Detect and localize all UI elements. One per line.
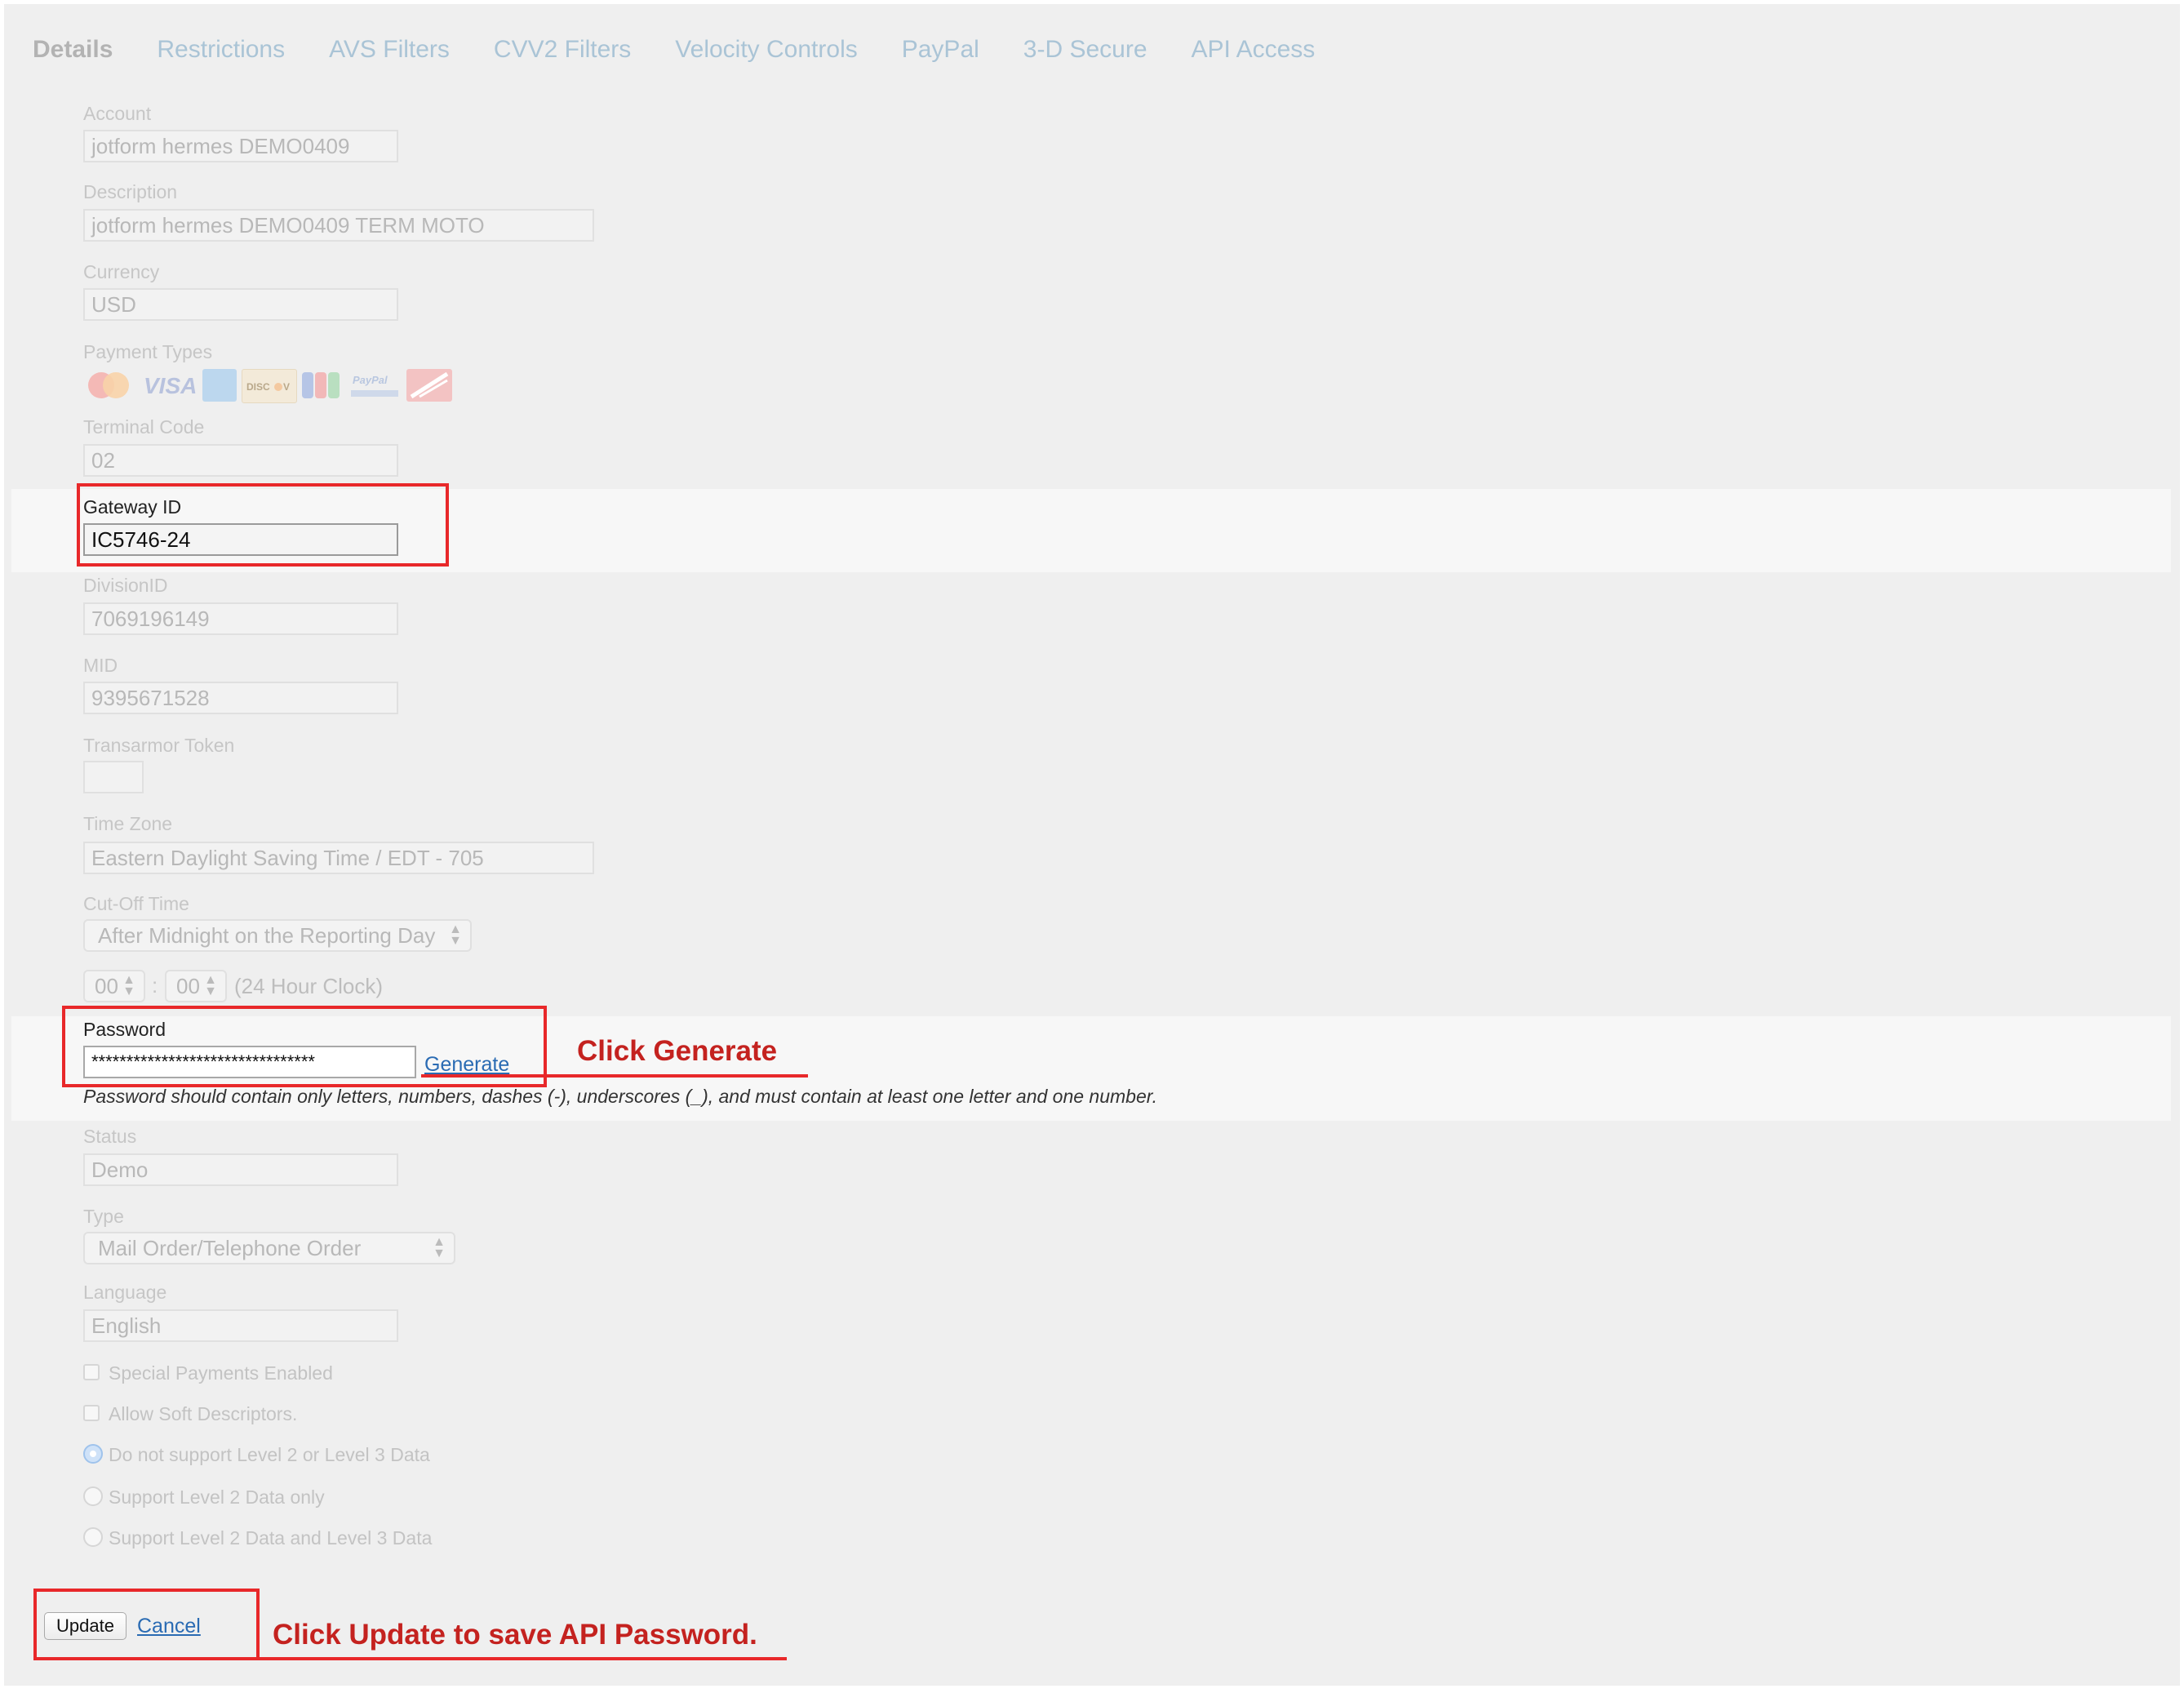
description-label: Description xyxy=(83,181,178,202)
mid-label: MID xyxy=(83,655,118,676)
tab-avs-filters[interactable]: AVS Filters xyxy=(329,36,450,64)
special-payments-label: Special Payments Enabled xyxy=(109,1362,333,1384)
select-arrows-icon: ▲ ▼ xyxy=(122,973,135,998)
type-value: Mail Order/Telephone Order xyxy=(98,1236,362,1260)
svg-text:PayPal: PayPal xyxy=(353,374,388,386)
time-separator: : xyxy=(152,973,158,998)
level-2-label: Support Level 2 Data only xyxy=(109,1486,325,1508)
currency-field: USD xyxy=(83,288,398,321)
paypal-icon: PayPal xyxy=(348,369,402,402)
transarmor-label: Transarmor Token xyxy=(83,735,235,756)
update-annotation-underline xyxy=(258,1657,787,1660)
amex-icon xyxy=(202,369,237,402)
special-payments-checkbox xyxy=(83,1364,100,1380)
cutoff-minute-select: 00 ▲ ▼ xyxy=(165,970,227,1002)
svg-text:VISA: VISA xyxy=(144,373,197,398)
clock-note: (24 Hour Clock) xyxy=(234,974,384,998)
status-label: Status xyxy=(83,1126,137,1147)
terminal-code-label: Terminal Code xyxy=(83,416,205,438)
cutoff-hour-select: 00 ▲ ▼ xyxy=(83,970,145,1002)
soft-descriptors-checkbox xyxy=(83,1405,100,1421)
update-highlight-box xyxy=(33,1589,260,1660)
account-label: Account xyxy=(83,103,152,124)
transarmor-field xyxy=(83,761,144,793)
tab-velocity-controls[interactable]: Velocity Controls xyxy=(675,36,857,64)
soft-descriptors-label: Allow Soft Descriptors. xyxy=(109,1403,298,1424)
description-field: jotform hermes DEMO0409 TERM MOTO xyxy=(83,209,594,242)
discover-icon: DISC V xyxy=(242,369,297,403)
language-label: Language xyxy=(83,1282,167,1303)
level-none-radio xyxy=(83,1444,103,1464)
select-arrows-icon: ▲ ▼ xyxy=(204,973,217,998)
cutoff-minute-value: 00 xyxy=(176,974,200,998)
level-none-label: Do not support Level 2 or Level 3 Data xyxy=(109,1444,430,1465)
division-id-field: 7069196149 xyxy=(83,602,398,635)
update-annotation: Click Update to save API Password. xyxy=(273,1619,757,1651)
jcb-icon xyxy=(300,369,341,402)
telecheck-icon xyxy=(406,369,452,402)
division-id-label: DivisionID xyxy=(83,575,168,596)
select-arrows-icon: ▲ ▼ xyxy=(449,922,462,948)
level-2-radio xyxy=(83,1486,103,1506)
tab-bar: Details Restrictions AVS Filters CVV2 Fi… xyxy=(33,36,1359,64)
gateway-id-highlight-box xyxy=(77,483,449,567)
language-field: English xyxy=(83,1309,398,1342)
tab-restrictions[interactable]: Restrictions xyxy=(157,36,285,64)
cutoff-time-value: After Midnight on the Reporting Day xyxy=(98,923,436,948)
select-arrows-icon: ▲ ▼ xyxy=(433,1235,446,1260)
tab-details[interactable]: Details xyxy=(33,36,113,64)
account-field: jotform hermes DEMO0409 xyxy=(83,130,398,162)
status-field: Demo xyxy=(83,1153,398,1186)
generate-annotation: Click Generate xyxy=(577,1035,778,1067)
tab-paypal[interactable]: PayPal xyxy=(902,36,979,64)
payment-types-label: Payment Types xyxy=(83,341,213,362)
type-label: Type xyxy=(83,1206,124,1227)
generate-annotation-underline xyxy=(421,1074,808,1078)
mastercard-icon xyxy=(83,369,134,402)
tab-3d-secure[interactable]: 3-D Secure xyxy=(1023,36,1147,64)
mid-field: 9395671528 xyxy=(83,682,398,714)
svg-text:V: V xyxy=(283,381,290,393)
level-2-3-label: Support Level 2 Data and Level 3 Data xyxy=(109,1527,433,1549)
cutoff-hour-value: 00 xyxy=(95,974,118,998)
svg-text:DISC: DISC xyxy=(246,381,270,393)
tab-api-access[interactable]: API Access xyxy=(1192,36,1316,64)
level-2-3-radio xyxy=(83,1527,103,1547)
visa-icon: VISA xyxy=(140,369,198,402)
password-hint: Password should contain only letters, nu… xyxy=(83,1086,1157,1107)
tab-cvv2-filters[interactable]: CVV2 Filters xyxy=(494,36,631,64)
time-zone-label: Time Zone xyxy=(83,813,173,834)
time-zone-field: Eastern Daylight Saving Time / EDT - 705 xyxy=(83,842,594,874)
currency-label: Currency xyxy=(83,261,160,282)
cutoff-time-select: After Midnight on the Reporting Day ▲ ▼ xyxy=(83,919,472,952)
terminal-code-field: 02 xyxy=(83,444,398,477)
type-select: Mail Order/Telephone Order ▲ ▼ xyxy=(83,1232,455,1264)
cutoff-time-label: Cut-Off Time xyxy=(83,893,189,914)
